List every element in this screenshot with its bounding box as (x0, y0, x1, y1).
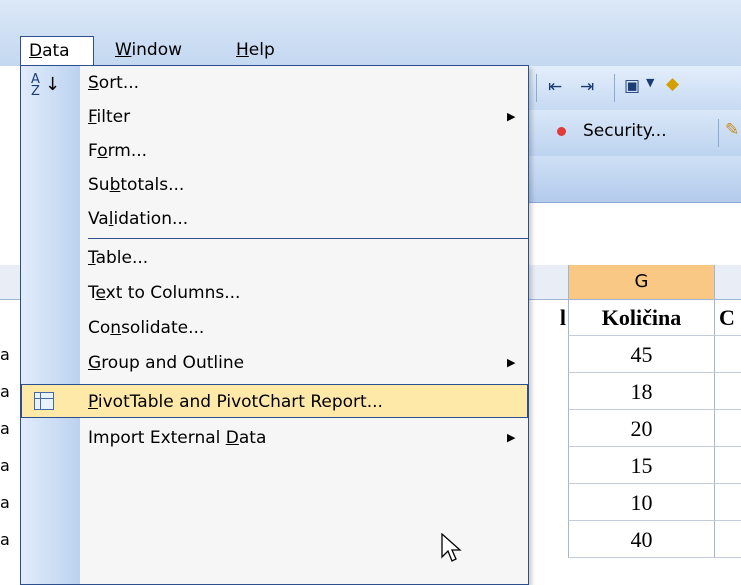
menu-item-label: Text to Columns... (88, 283, 241, 303)
menu-item-label: Subtotals... (88, 175, 185, 195)
menu-item-table[interactable]: Table... (21, 241, 528, 275)
menu-help-accel: H (236, 40, 249, 60)
table-cell[interactable]: 45 (568, 336, 715, 373)
menu-item-group-and-outline[interactable]: Group and Outline ▶ (21, 346, 528, 380)
formatting-toolbar: ⇤ ⇥ ▣ ▼ ◆ (528, 66, 741, 110)
column-header-g[interactable]: G (568, 265, 715, 299)
menu-window[interactable]: Window (107, 36, 190, 64)
menu-item-label: Consolidate... (88, 318, 205, 338)
menu-bar: Data Window Help (0, 0, 741, 66)
edit-icon[interactable]: ✎ (725, 120, 739, 140)
menu-item-text-to-columns[interactable]: Text to Columns... (21, 276, 528, 310)
menu-help[interactable]: Help (228, 36, 283, 64)
row-fragment: a (0, 419, 10, 438)
submenu-arrow-icon: ▶ (507, 356, 516, 369)
table-cell[interactable]: 10 (568, 484, 715, 521)
table-cell[interactable] (715, 336, 741, 373)
menu-data[interactable]: Data (20, 36, 94, 66)
mouse-cursor-icon (441, 533, 462, 562)
table-cell[interactable] (715, 521, 741, 558)
menu-data-rest: ata (42, 41, 70, 61)
row-fragment: a (0, 345, 10, 364)
menu-item-label: Group and Outline (88, 353, 245, 373)
row-fragment: a (0, 382, 10, 401)
menu-separator (88, 238, 528, 239)
sort-arrow-icon: ↓ (45, 74, 61, 95)
submenu-arrow-icon: ▶ (507, 110, 516, 123)
table-cell[interactable] (715, 373, 741, 410)
column-f-header-fragment: l (559, 305, 566, 330)
menu-item-filter[interactable]: Filter ▶ (21, 100, 528, 134)
table-cell[interactable]: 15 (568, 447, 715, 484)
row-fragment: a (0, 530, 10, 549)
menu-window-rest: indow (131, 40, 183, 60)
table-cell[interactable] (715, 447, 741, 484)
security-icon (557, 127, 566, 136)
data-menu-dropdown: AZ ↓ Sort... Filter ▶ Form... Subtotals.… (20, 65, 529, 585)
table-cell[interactable]: 20 (568, 410, 715, 447)
increase-indent-icon[interactable]: ⇥ (580, 77, 594, 97)
column-h-header-fragment: C (715, 299, 741, 336)
row-fragment: a (0, 493, 10, 512)
fill-color-icon[interactable]: ◆ (666, 74, 679, 94)
cell-header-kolicina[interactable]: Količina (568, 299, 715, 336)
decrease-indent-icon[interactable]: ⇤ (548, 77, 562, 97)
menu-item-label: Import External Data (88, 428, 267, 448)
menu-item-import-external-data[interactable]: Import External Data ▶ (21, 421, 528, 455)
menu-item-subtotals[interactable]: Subtotals... (21, 168, 528, 202)
menu-item-sort[interactable]: AZ ↓ Sort... (21, 66, 528, 100)
menu-item-label: Table... (88, 248, 149, 268)
table-cell[interactable] (715, 484, 741, 521)
toolbar-separator (718, 119, 719, 147)
borders-dropdown-icon[interactable]: ▼ (646, 76, 654, 89)
borders-icon[interactable]: ▣ (624, 76, 640, 96)
table-cell[interactable]: 40 (568, 521, 715, 558)
menu-item-label: Sort... (88, 73, 140, 93)
menu-item-label: Validation... (88, 209, 189, 229)
menu-item-label: PivotTable and PivotChart Report... (88, 392, 383, 412)
row-fragment: a (0, 456, 10, 475)
menu-item-pivottable-report[interactable]: PivotTable and PivotChart Report... (21, 384, 528, 418)
menu-item-validation[interactable]: Validation... (21, 202, 528, 236)
menu-help-rest: elp (248, 40, 275, 60)
toolbar-separator (614, 74, 615, 102)
table-cell[interactable]: 18 (568, 373, 715, 410)
menu-item-label: Filter (88, 107, 131, 127)
security-button[interactable]: Security... (583, 121, 667, 141)
menu-item-consolidate[interactable]: Consolidate... (21, 311, 528, 345)
menu-data-accel: D (29, 41, 43, 61)
toolbar-separator (536, 74, 537, 102)
pivottable-icon (34, 392, 54, 410)
submenu-arrow-icon: ▶ (507, 431, 516, 444)
menu-item-label: Form... (88, 141, 148, 161)
sort-ascending-icon: AZ (31, 72, 40, 99)
table-cell[interactable] (715, 410, 741, 447)
menu-window-accel: W (115, 40, 132, 60)
menu-item-form[interactable]: Form... (21, 134, 528, 168)
toolbar-area (528, 156, 741, 203)
